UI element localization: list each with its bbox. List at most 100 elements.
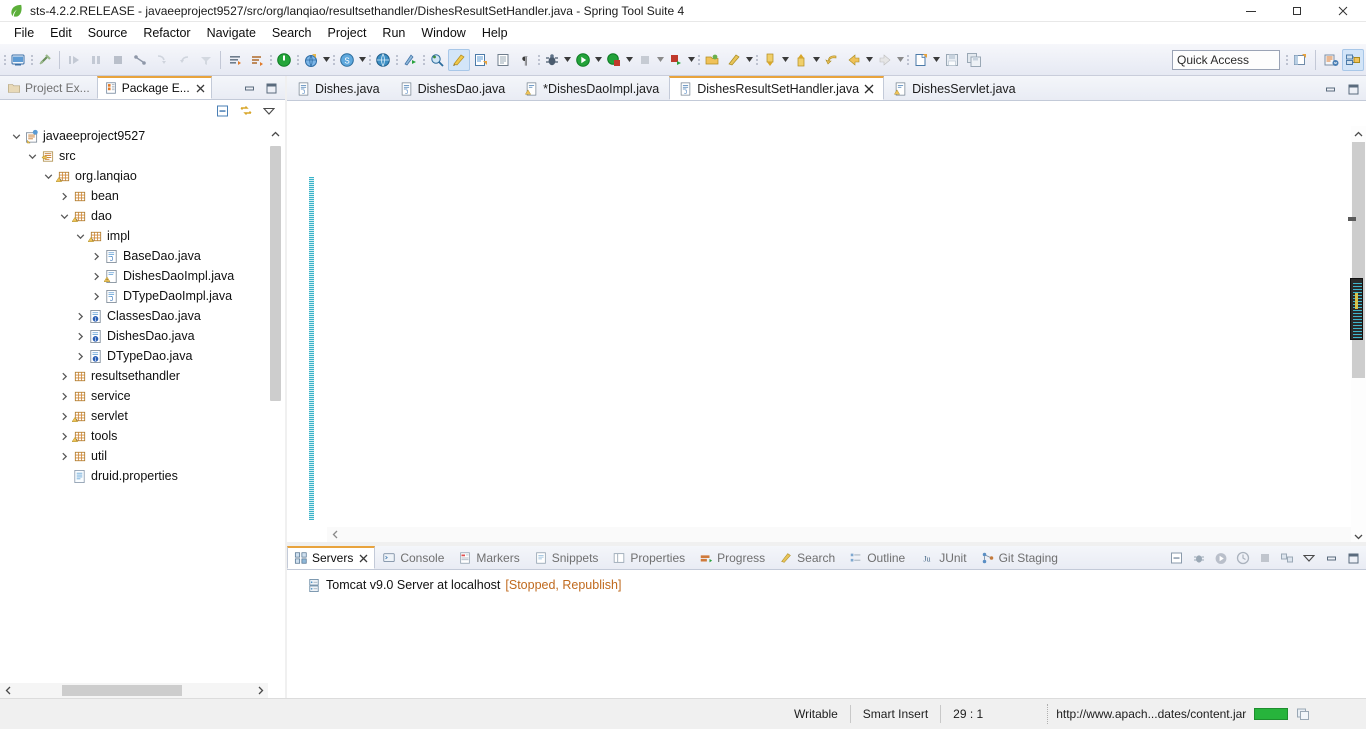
chevron-down-icon-8[interactable] (745, 50, 754, 70)
chevron-right-icon[interactable] (74, 350, 87, 363)
last-edit-location-icon[interactable] (821, 49, 843, 71)
editor-tab-3[interactable]: J DishesResultSetHandler.java (669, 76, 885, 100)
scroll-up-icon[interactable] (269, 128, 282, 141)
minimize-icon-2[interactable] (1323, 82, 1337, 96)
tree-item[interactable]: druid.properties (0, 466, 268, 486)
window-close-button[interactable] (1320, 0, 1366, 22)
boot-dashboard-icon[interactable] (246, 49, 268, 71)
chevron-down-icon-6[interactable] (656, 50, 665, 70)
save-icon[interactable] (941, 49, 963, 71)
scroll-down-icon-2[interactable] (1353, 530, 1364, 542)
step-filters-icon[interactable] (195, 49, 217, 71)
tab-snippets[interactable]: Snippets (527, 546, 606, 569)
previous-annotation-icon[interactable] (790, 49, 812, 71)
link-with-editor-icon[interactable] (239, 104, 253, 118)
chevron-down-icon[interactable] (58, 210, 71, 223)
chevron-down-icon-5[interactable] (625, 50, 634, 70)
editor-tab-1[interactable]: J DishesDao.java (390, 76, 516, 100)
toggle-markoccurrences-icon[interactable] (448, 48, 470, 71)
tab-properties[interactable]: Properties (605, 546, 692, 569)
chevron-right-icon[interactable] (74, 330, 87, 343)
window-minimize-button[interactable] (1228, 0, 1274, 22)
chevron-down-icon-9[interactable] (781, 50, 790, 70)
chevron-down-icon-13[interactable] (932, 50, 941, 70)
chevron-down-icon-4[interactable] (594, 50, 603, 70)
tree-item[interactable]: DishesDaoImpl.java (0, 266, 268, 286)
chevron-down-icon[interactable] (74, 230, 87, 243)
menu-window[interactable]: Window (413, 24, 473, 42)
quick-access-input[interactable]: Quick Access (1172, 49, 1280, 70)
coverage-icon[interactable] (603, 49, 625, 71)
tab-progress[interactable]: Progress (692, 546, 772, 569)
chevron-down-icon-12[interactable] (896, 50, 905, 70)
step-return-icon[interactable] (173, 49, 195, 71)
view-menu-icon[interactable] (262, 104, 276, 118)
run-icon[interactable] (572, 49, 594, 71)
step-over-icon[interactable] (63, 49, 85, 71)
scroll-up-icon-2[interactable] (1353, 128, 1364, 140)
tree-item[interactable]: javaeeproject9527 (0, 126, 268, 146)
menu-search[interactable]: Search (264, 24, 320, 42)
tree-horizontal-scrollbar[interactable] (0, 683, 268, 698)
chevron-right-icon[interactable] (58, 450, 71, 463)
menu-navigate[interactable]: Navigate (199, 24, 264, 42)
tree-item[interactable]: org.lanqiao (0, 166, 268, 186)
stop-server-icon[interactable] (1258, 551, 1272, 565)
window-maximize-button[interactable] (1274, 0, 1320, 22)
disconnect-icon[interactable] (129, 49, 151, 71)
tab-junit[interactable]: Ju JUnit (912, 546, 973, 569)
debug-server-icon[interactable] (1192, 551, 1206, 565)
next-annotation-icon[interactable] (759, 49, 781, 71)
link-break-icon[interactable] (34, 49, 56, 71)
java-perspective-icon[interactable] (1320, 49, 1342, 71)
tab-package-explorer[interactable]: Package E... (96, 76, 212, 99)
tree-item[interactable]: tools (0, 426, 268, 446)
overview-ruler-marker[interactable] (1348, 217, 1356, 221)
menu-project[interactable]: Project (320, 24, 375, 42)
menu-edit[interactable]: Edit (42, 24, 80, 42)
chevron-right-icon[interactable] (90, 290, 103, 303)
servers-list[interactable]: Tomcat v9.0 Server at localhost [Stopped… (287, 570, 1366, 698)
run-external-icon[interactable] (399, 49, 421, 71)
tree-item[interactable]: service (0, 386, 268, 406)
editor-tab-0[interactable]: J Dishes.java (287, 76, 390, 100)
menu-refactor[interactable]: Refactor (135, 24, 198, 42)
tree-item[interactable]: I DTypeDao.java (0, 346, 268, 366)
tree-item[interactable]: servlet (0, 406, 268, 426)
tab-servers[interactable]: Servers (287, 546, 376, 569)
minimize-icon[interactable] (242, 81, 256, 95)
menu-source[interactable]: Source (80, 24, 136, 42)
chevron-down-icon-7[interactable] (687, 50, 696, 70)
chevron-right-icon[interactable] (58, 190, 71, 203)
new-java-class-icon[interactable] (470, 49, 492, 71)
step-into-icon[interactable] (151, 49, 173, 71)
tree-item[interactable]: util (0, 446, 268, 466)
scroll-right-icon[interactable] (252, 683, 268, 698)
web-browser-icon[interactable] (300, 49, 322, 71)
tab-console[interactable]: Console (375, 546, 451, 569)
package-explorer-tree[interactable]: javaeeproject9527 src org.lanqiao bean dao im… (0, 126, 268, 681)
tree-item[interactable]: I ClassesDao.java (0, 306, 268, 326)
skip-breakpoints-icon[interactable] (224, 49, 246, 71)
chevron-right-icon[interactable] (90, 270, 103, 283)
chevron-right-icon[interactable] (90, 250, 103, 263)
editor-canvas[interactable] (287, 101, 1366, 542)
open-web-browser-icon[interactable] (372, 49, 394, 71)
debug-icon[interactable] (541, 49, 563, 71)
new-wizard-icon[interactable] (7, 49, 29, 71)
close-icon-3[interactable] (359, 554, 368, 563)
close-icon[interactable] (196, 84, 205, 93)
tree-vertical-scrollbar[interactable] (269, 128, 282, 729)
menu-file[interactable]: File (6, 24, 42, 42)
chevron-right-icon[interactable] (58, 430, 71, 443)
pause-icon[interactable] (85, 49, 107, 71)
tree-item[interactable]: I DishesDao.java (0, 326, 268, 346)
editor-horizontal-scrollbar[interactable] (327, 527, 1351, 542)
open-type-icon[interactable] (426, 49, 448, 71)
scroll-left-icon[interactable] (0, 683, 16, 698)
chevron-right-icon[interactable] (58, 410, 71, 423)
tab-outline[interactable]: Outline (842, 546, 912, 569)
tree-scroll-thumb[interactable] (270, 146, 281, 401)
scroll-left-icon-2[interactable] (327, 527, 343, 542)
open-perspective-icon[interactable] (1289, 49, 1311, 71)
